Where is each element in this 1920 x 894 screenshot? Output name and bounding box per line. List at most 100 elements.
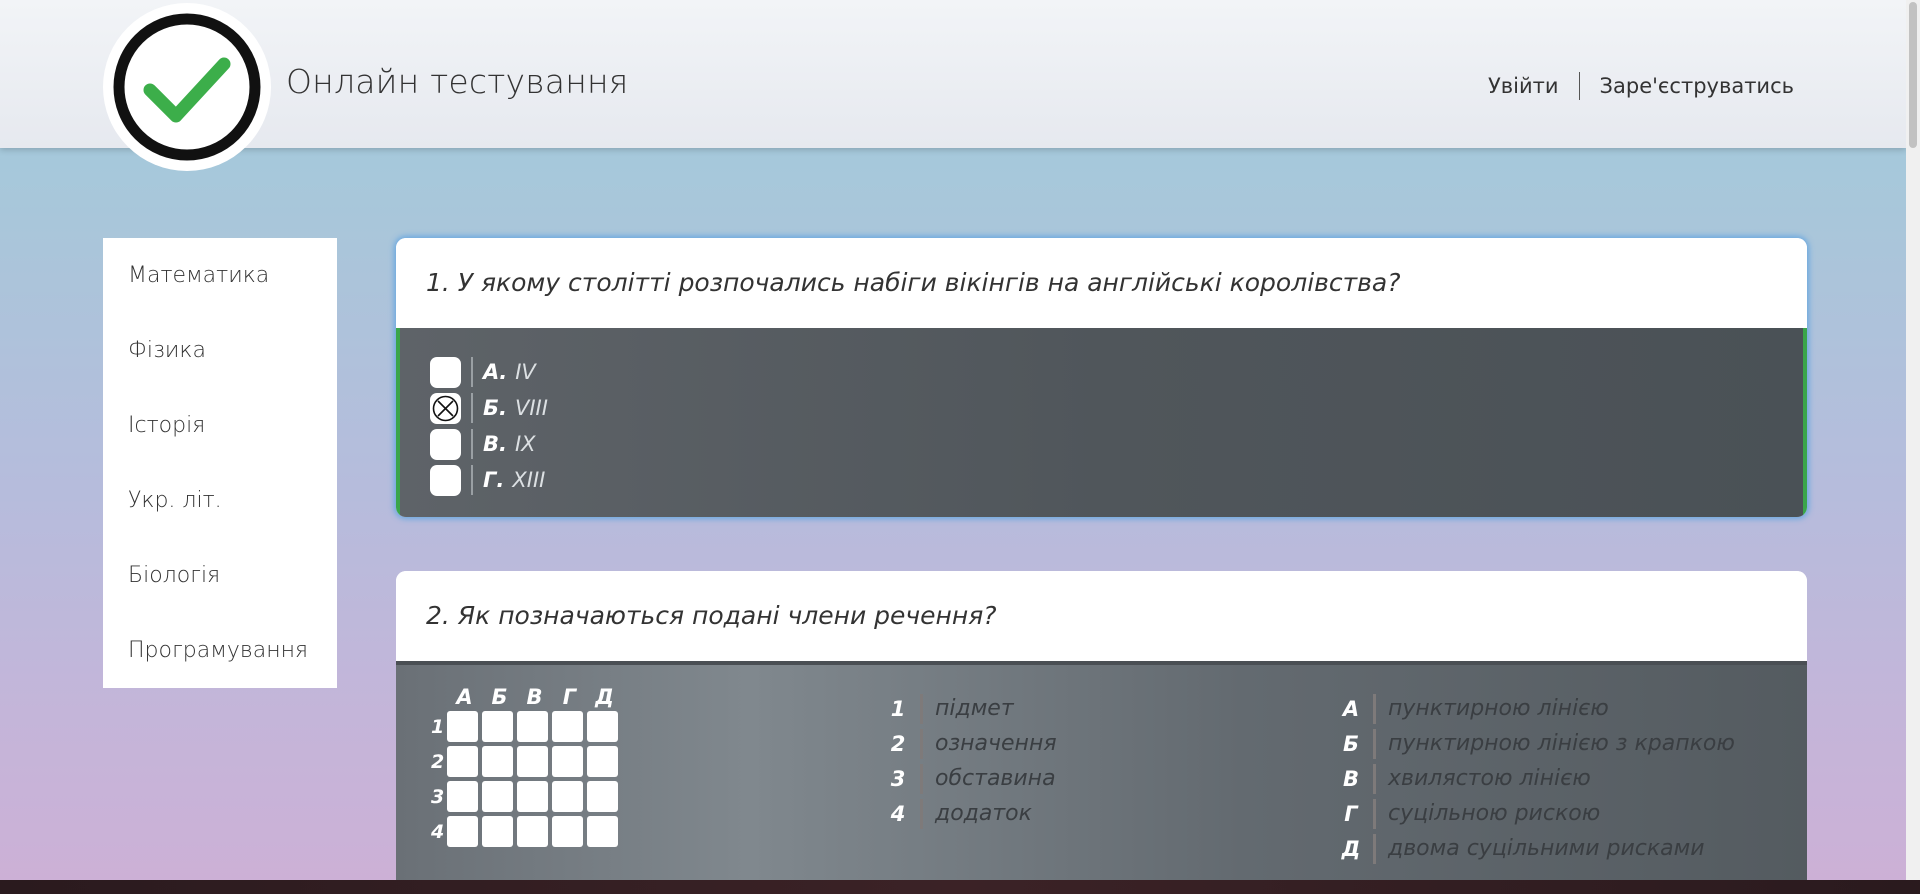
answer-option[interactable]: Г. XIII — [400, 462, 1803, 498]
grid-cell[interactable] — [587, 746, 618, 777]
sidebar-item-math[interactable]: Математика — [103, 256, 337, 331]
vertical-scrollbar[interactable] — [1906, 0, 1920, 880]
grid-header: А Б В Г Д — [431, 685, 622, 709]
grid-cell[interactable] — [517, 781, 548, 812]
list-item: 4 додаток — [888, 796, 1057, 831]
option-divider — [471, 393, 473, 423]
grid-cell[interactable] — [482, 781, 513, 812]
item-key: 4 — [890, 801, 906, 826]
item-text: додаток — [935, 801, 1032, 826]
item-text: обставина — [935, 766, 1056, 791]
item-text: пунктирною лінією з крапкою — [1388, 731, 1735, 756]
question-text: 2. Як позначаються подані члени речення? — [396, 571, 1807, 661]
item-text: означення — [935, 731, 1057, 756]
sidebar-item-programming[interactable]: Програмування — [103, 631, 337, 706]
grid-column-label: А — [456, 685, 473, 709]
item-text: суцільною рискою — [1388, 801, 1601, 826]
list-item: Апунктирною лінією — [1341, 691, 1735, 726]
grid-cell[interactable] — [482, 816, 513, 847]
item-divider — [920, 728, 923, 759]
sidebar-item-ukr-lit[interactable]: Укр. літ. — [103, 481, 337, 556]
answer-options: А. IV Б. VIII В. IX Г. XIII — [396, 328, 1807, 517]
grid-row: 3 — [431, 779, 622, 814]
answer-checkbox[interactable] — [430, 464, 461, 496]
item-key: 2 — [890, 731, 906, 756]
sidebar-item-physics[interactable]: Фізика — [103, 331, 337, 406]
item-divider — [1373, 833, 1376, 864]
item-divider — [1373, 798, 1376, 829]
check-mark-icon — [113, 13, 261, 161]
item-divider — [1373, 693, 1376, 724]
list-item: Ддвома суцільними рисками — [1341, 831, 1735, 866]
grid-cell[interactable] — [552, 816, 583, 847]
answer-checkbox-checked[interactable] — [430, 392, 461, 424]
grid-column-label: Д — [595, 685, 614, 709]
scrollbar-thumb[interactable] — [1909, 2, 1917, 148]
list-item: Гсуцільною рискою — [1341, 796, 1735, 831]
grid-cell[interactable] — [447, 746, 478, 777]
answer-checkbox[interactable] — [430, 428, 461, 460]
answer-grid: А Б В Г Д 1 2 3 4 — [431, 685, 622, 849]
option-value: IV — [515, 360, 536, 384]
answer-option[interactable]: Б. VIII — [400, 390, 1803, 426]
grid-row-label: 1 — [431, 715, 445, 738]
site-logo[interactable] — [103, 3, 271, 171]
option-divider — [471, 357, 473, 387]
auth-divider — [1578, 72, 1580, 100]
sentence-members-list: 1 підмет 2 означення 3 обставина 4 додаток — [888, 691, 1057, 831]
grid-row-label: 2 — [431, 750, 445, 773]
question-card-2: 2. Як позначаються подані члени речення?… — [396, 571, 1807, 891]
answer-checkbox[interactable] — [430, 356, 461, 388]
item-text: пунктирною лінією — [1388, 696, 1609, 721]
item-divider — [920, 763, 923, 794]
grid-cell[interactable] — [482, 711, 513, 742]
login-link[interactable]: Увійти — [1488, 74, 1559, 98]
grid-cell[interactable] — [517, 746, 548, 777]
option-letter: А. — [483, 360, 508, 384]
grid-cell[interactable] — [447, 816, 478, 847]
grid-cell[interactable] — [517, 711, 548, 742]
grid-cell[interactable] — [552, 711, 583, 742]
underline-styles-list: Апунктирною лінією Бпунктирною лінією з … — [1341, 691, 1735, 866]
option-letter: Г. — [483, 468, 505, 492]
grid-cell[interactable] — [447, 781, 478, 812]
grid-cell[interactable] — [587, 781, 618, 812]
window-bottom-edge — [0, 880, 1920, 894]
grid-cell[interactable] — [552, 781, 583, 812]
item-key: А — [1342, 696, 1360, 721]
item-key: Г — [1344, 801, 1358, 826]
list-item: 1 підмет — [888, 691, 1057, 726]
grid-cell[interactable] — [587, 711, 618, 742]
list-item: Бпунктирною лінією з крапкою — [1341, 726, 1735, 761]
item-text: хвилястою лінією — [1388, 766, 1591, 791]
item-key: Д — [1341, 836, 1361, 861]
grid-cell[interactable] — [517, 816, 548, 847]
subject-sidebar: Математика Фізика Історія Укр. літ. Біол… — [103, 238, 337, 688]
option-letter: Б. — [483, 396, 507, 420]
answer-option[interactable]: В. IX — [400, 426, 1803, 462]
grid-cell[interactable] — [447, 711, 478, 742]
list-item: 3 обставина — [888, 761, 1057, 796]
grid-cell[interactable] — [482, 746, 513, 777]
auth-links: Увійти Заре'єструватись — [1488, 72, 1794, 100]
site-title: Онлайн тестування — [286, 62, 629, 101]
grid-column-label: В — [526, 685, 543, 709]
grid-cell[interactable] — [587, 816, 618, 847]
item-divider — [920, 798, 923, 829]
option-value: IX — [514, 432, 536, 456]
item-key: Б — [1342, 731, 1359, 756]
grid-row-label: 3 — [431, 785, 445, 808]
grid-row: 4 — [431, 814, 622, 849]
grid-cell[interactable] — [552, 746, 583, 777]
list-item: 2 означення — [888, 726, 1057, 761]
grid-column-label: Г — [562, 685, 577, 709]
cross-mark-icon — [432, 395, 459, 421]
answer-option[interactable]: А. IV — [400, 354, 1803, 390]
question-text: 1. У якому столітті розпочались набіги в… — [396, 238, 1807, 328]
sidebar-item-history[interactable]: Історія — [103, 406, 337, 481]
sidebar-item-biology[interactable]: Біологія — [103, 556, 337, 631]
register-link[interactable]: Заре'єструватись — [1600, 74, 1794, 98]
option-divider — [471, 429, 473, 459]
item-key: 3 — [890, 766, 906, 791]
grid-row: 2 — [431, 744, 622, 779]
